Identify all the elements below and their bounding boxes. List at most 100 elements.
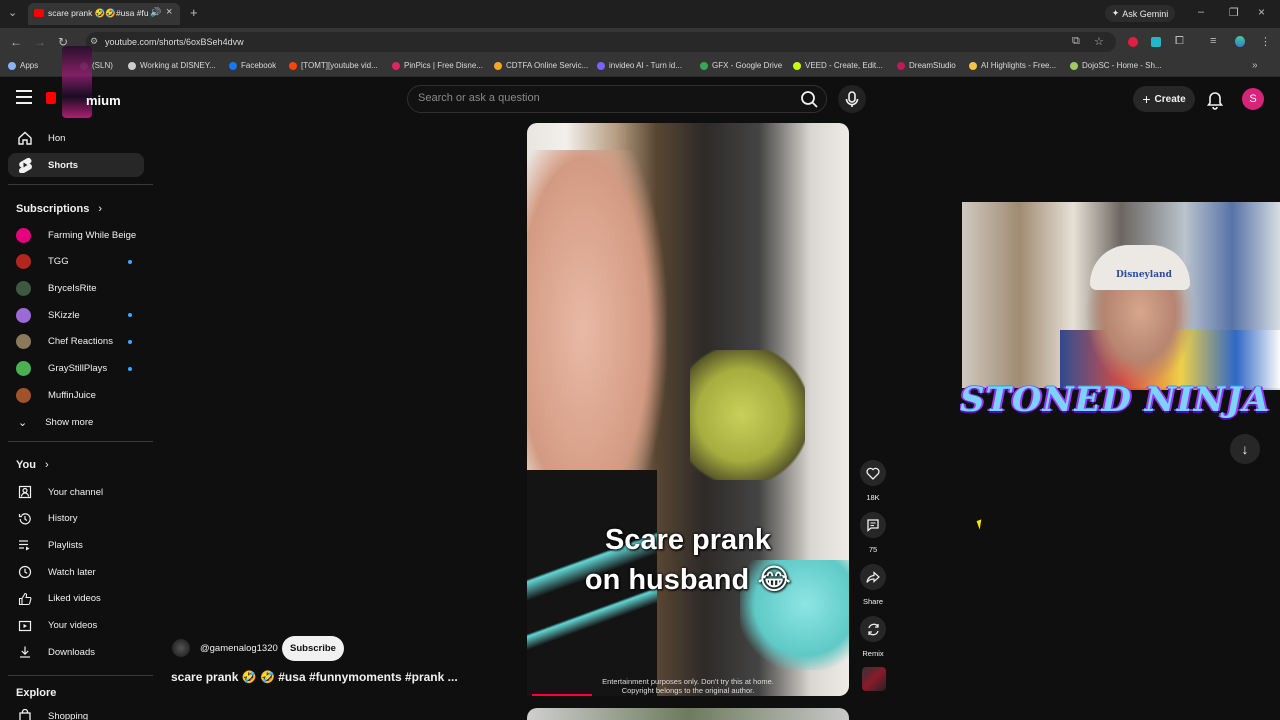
subscription-label: BryceIsRite [48, 282, 97, 294]
video-witch-mask-graphic [690, 350, 805, 480]
sidebar-item-label: Watch later [48, 566, 96, 578]
sidebar-item-watch-later[interactable]: Watch later [8, 560, 144, 584]
tab-close-icon[interactable]: × [166, 6, 172, 18]
ask-gemini-button[interactable]: ✦ Ask Gemini [1105, 5, 1175, 22]
bookmark-favicon-icon [597, 61, 605, 70]
bookmark-item[interactable]: DreamStudio [897, 61, 956, 70]
hamburger-menu-icon[interactable] [16, 90, 32, 104]
profile-icon[interactable] [1235, 36, 1245, 47]
subscription-item[interactable]: SKizzle [8, 304, 144, 326]
next-short-preview[interactable] [527, 708, 849, 720]
sidebar-divider [8, 184, 153, 185]
media-controls-icon[interactable]: ≡ [1210, 35, 1216, 47]
notifications-button[interactable] [1205, 88, 1225, 110]
site-info-icon[interactable]: ⚙ [90, 36, 98, 47]
bookmark-favicon-icon [969, 61, 977, 70]
sidebar-item-your-videos[interactable]: Your videos [8, 614, 144, 638]
bookmark-item[interactable]: AI Highlights - Free... [969, 61, 1056, 70]
channel-avatar[interactable] [172, 639, 190, 657]
bookmark-item[interactable]: invideo AI - Turn id... [597, 61, 682, 70]
more-bookmarks-icon[interactable]: » [1252, 60, 1258, 71]
subscription-item[interactable]: GrayStillPlays [8, 358, 144, 380]
sidebar-item-home[interactable]: Hon [8, 126, 144, 150]
bookmark-item[interactable]: CDTFA Online Servic... [494, 61, 588, 70]
comments-button[interactable] [860, 512, 886, 538]
subscription-item[interactable]: Chef Reactions [8, 331, 144, 353]
create-button[interactable]: + Create [1133, 86, 1195, 112]
sound-thumbnail[interactable] [862, 667, 886, 691]
comment-icon [867, 519, 879, 532]
restore-icon[interactable]: ❐ [1229, 6, 1239, 19]
browser-menu-icon[interactable]: ⋮ [1260, 35, 1271, 48]
install-app-icon[interactable]: ⧉ [1072, 35, 1080, 48]
chevron-right-icon: › [98, 203, 103, 215]
extensions-puzzle-icon[interactable]: ⧠ [1175, 35, 1184, 48]
bookmark-item[interactable]: Facebook [229, 61, 276, 70]
bookmark-item[interactable]: GFX - Google Drive [700, 61, 782, 70]
bookmark-item[interactable]: VEED - Create, Edit... [793, 61, 883, 70]
new-content-dot [128, 366, 132, 371]
bookmark-item[interactable]: PinPics | Free Disne... [392, 61, 483, 70]
search-input[interactable]: Search or ask a question [418, 92, 540, 104]
remix-button[interactable] [860, 616, 886, 642]
sidebar-item-history[interactable]: History [8, 507, 144, 531]
new-tab-icon[interactable]: + [190, 5, 198, 20]
channel-handle[interactable]: @gamenalog1320 [200, 643, 278, 654]
extension-teal-icon[interactable] [1151, 37, 1161, 47]
bookmark-star-icon[interactable]: ☆ [1094, 35, 1104, 48]
window-close-icon[interactable]: × [1258, 5, 1265, 19]
channel-avatar [16, 307, 31, 323]
video-progress-bar[interactable] [532, 694, 592, 696]
subscriptions-heading[interactable]: Subscriptions › [16, 203, 102, 215]
bookmark-favicon-icon [392, 61, 400, 70]
channel-avatar [16, 334, 31, 350]
sidebar-item-shorts[interactable]: Shorts [8, 153, 144, 177]
bookmark-favicon-icon [700, 61, 708, 70]
bookmark-item[interactable]: Working at DISNEY... [128, 61, 216, 70]
video-caption: Scare prank on husband 😂 [540, 520, 836, 600]
sidebar-item-playlists[interactable]: Playlists [8, 533, 144, 557]
next-short-button[interactable]: ↓ [1230, 434, 1260, 464]
bookmark-item[interactable]: [TOMT][youtube vid... [289, 61, 378, 70]
logo-text[interactable]: mium [86, 93, 121, 108]
bookmark-item[interactable]: DojoSC - Home - Sh... [1070, 61, 1162, 70]
share-button[interactable] [860, 564, 886, 590]
bookmark-label: DojoSC - Home - Sh... [1082, 61, 1162, 70]
like-button[interactable] [860, 460, 886, 486]
channel-avatar [16, 280, 31, 296]
voice-search-button[interactable] [838, 85, 866, 113]
sidebar-item-downloads[interactable]: Downloads [8, 640, 144, 664]
you-label: You [16, 459, 36, 471]
bookmark-label: Apps [20, 61, 39, 70]
account-avatar[interactable]: S [1242, 88, 1264, 110]
tab-list-chevron-icon[interactable]: ⌄ [8, 6, 17, 19]
new-content-dot [128, 313, 132, 318]
tab-audio-icon[interactable]: 🔊 [150, 7, 161, 18]
search-button[interactable] [796, 86, 824, 112]
you-heading[interactable]: You › [16, 459, 49, 471]
sidebar-item-shopping[interactable]: Shopping [8, 704, 144, 720]
subscribe-button[interactable]: Subscribe [282, 636, 344, 661]
extension-red-icon[interactable] [1128, 37, 1138, 47]
subscription-item[interactable]: BryceIsRite [8, 277, 144, 299]
sidebar-item-liked-videos[interactable]: Liked videos [8, 587, 144, 611]
url-text[interactable]: youtube.com/shorts/6oxBSeh4dvw [105, 37, 244, 47]
back-icon[interactable]: ← [10, 35, 22, 49]
bookmark-favicon-icon [1070, 61, 1078, 70]
minimize-icon[interactable]: – [1198, 6, 1204, 18]
subscription-item[interactable]: MuffinJuice [8, 384, 144, 406]
bookmark-item[interactable]: Apps [8, 61, 38, 70]
forward-icon[interactable]: → [34, 35, 46, 49]
browser-tab[interactable]: scare prank 🤣🤣#usa #fu 🔊 × [28, 3, 180, 25]
download-icon [12, 645, 38, 659]
arrow-down-icon: ↓ [1241, 441, 1249, 457]
webcam-hat-text: Disneyland [1116, 270, 1172, 280]
subscription-item[interactable]: Farming While Beige [8, 224, 144, 246]
short-title[interactable]: scare prank 🤣 🤣 #usa #funnymoments #pran… [171, 670, 458, 684]
subscription-item[interactable]: TGG [8, 251, 144, 273]
sidebar-item-your-channel[interactable]: Your channel [8, 480, 144, 504]
show-more-button[interactable]: ⌄ Show more [8, 411, 144, 433]
sidebar-divider [8, 441, 153, 442]
youtube-logo-icon[interactable] [46, 92, 56, 104]
bookmark-favicon-icon [8, 61, 16, 70]
